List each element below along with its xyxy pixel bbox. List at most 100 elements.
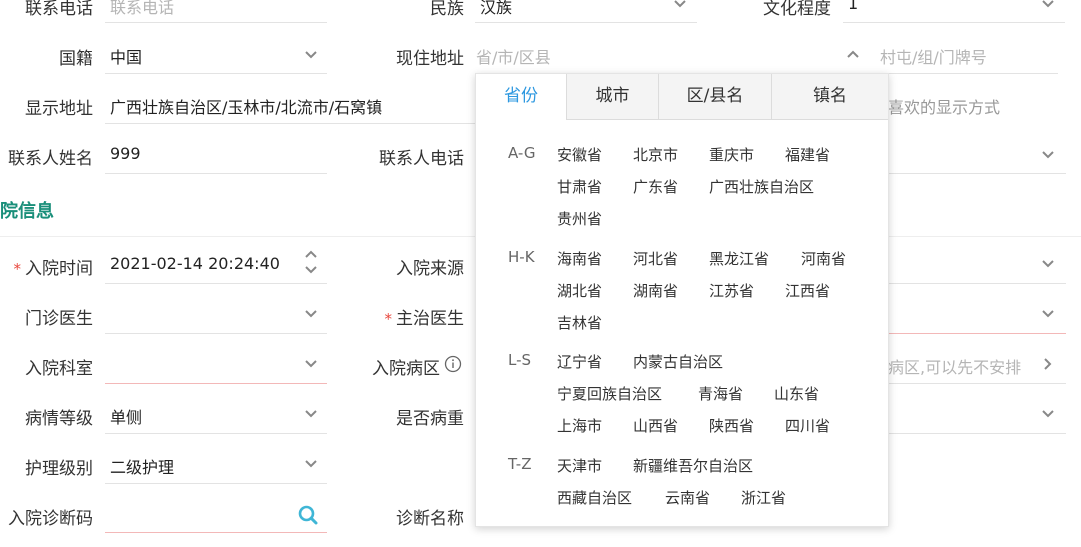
admission-time-input[interactable]: 2021-02-14 20:24:40: [110, 254, 280, 273]
critical-label: 是否病重: [396, 409, 464, 429]
chevron-down-icon[interactable]: [1040, 147, 1056, 163]
ward-label: 入院病区: [372, 359, 440, 379]
province-option[interactable]: 内蒙古自治区: [633, 351, 723, 372]
contact-phone2-label: 联系人电话: [379, 149, 464, 169]
address-label: 现住地址: [396, 49, 464, 69]
village-input[interactable]: 村屯/组/门牌号: [880, 44, 987, 68]
province-option[interactable]: 河南省: [801, 248, 846, 269]
group-label-h-k: H-K: [508, 248, 535, 266]
province-option[interactable]: 浙江省: [741, 487, 786, 508]
chevron-down-icon[interactable]: [1040, 306, 1056, 322]
contact-phone-label: 联系电话: [25, 0, 93, 19]
nursing-underline: [105, 483, 327, 484]
admission-dept-label: 入院科室: [25, 359, 93, 379]
diag-name-label: 诊断名称: [396, 509, 464, 529]
province-option[interactable]: 陕西省: [709, 415, 754, 436]
spinner-arrows-icon: [305, 250, 317, 274]
province-option[interactable]: 甘肃省: [557, 176, 602, 197]
info-icon[interactable]: [444, 355, 462, 373]
contact-phone2-underline: [888, 173, 1066, 174]
nationality-select[interactable]: 中国: [110, 44, 142, 68]
province-option[interactable]: 海南省: [557, 248, 602, 269]
nursing-select[interactable]: 二级护理: [110, 454, 174, 478]
province-option[interactable]: 云南省: [665, 487, 710, 508]
nursing-label: 护理级别: [25, 459, 93, 479]
province-option[interactable]: 北京市: [633, 144, 678, 165]
nationality-underline: [105, 73, 327, 74]
chevron-down-icon[interactable]: [672, 0, 688, 12]
clinic-doctor-label: 门诊医生: [25, 309, 93, 329]
education-underline: [843, 22, 1065, 23]
chevron-down-icon[interactable]: [303, 456, 319, 472]
contact-phone-underline: [105, 22, 327, 23]
village-underline: [874, 73, 1058, 74]
group-label-t-z: T-Z: [508, 455, 532, 473]
province-option[interactable]: 四川省: [785, 415, 830, 436]
province-option[interactable]: 山东省: [774, 383, 819, 404]
time-spinner[interactable]: [303, 247, 319, 277]
province-option[interactable]: 重庆市: [709, 144, 754, 165]
severity-select[interactable]: 单侧: [110, 404, 142, 428]
ethnicity-label: 民族: [430, 0, 464, 19]
province-option[interactable]: 福建省: [785, 144, 830, 165]
province-option[interactable]: 宁夏回族自治区: [557, 383, 662, 404]
admission-source-underline: [888, 283, 1066, 284]
contact-name-input[interactable]: 999: [110, 144, 141, 163]
province-option[interactable]: 黑龙江省: [709, 248, 769, 269]
required-asterisk: *: [384, 310, 393, 328]
province-option[interactable]: 青海省: [698, 383, 743, 404]
display-address-underline: [105, 123, 475, 124]
province-option[interactable]: 河北省: [633, 248, 678, 269]
contact-phone-input[interactable]: 联系电话: [110, 0, 174, 18]
admission-time-label-text: 入院时间: [25, 259, 93, 279]
display-address-input[interactable]: 广西壮族自治区/玉林市/北流市/石窝镇: [110, 94, 382, 118]
diag-code-label: 入院诊断码: [8, 509, 93, 529]
required-asterisk: *: [13, 260, 22, 278]
province-option[interactable]: 山西省: [633, 415, 678, 436]
cascader-tabs: 省份 城市 区/县名 镇名: [476, 74, 888, 120]
chevron-down-icon[interactable]: [1040, 406, 1056, 422]
tab-province[interactable]: 省份: [476, 74, 566, 120]
ward-underline: [888, 383, 1066, 384]
province-option[interactable]: 江苏省: [709, 280, 754, 301]
severity-underline: [105, 433, 327, 434]
chevron-down-icon[interactable]: [303, 306, 319, 322]
address-cascader-dropdown: 省份 城市 区/县名 镇名 A-G 安徽省 北京市 重庆市 福建省 甘肃省 广东…: [475, 73, 889, 527]
province-option[interactable]: 江西省: [785, 280, 830, 301]
province-option[interactable]: 安徽省: [557, 144, 602, 165]
chevron-down-icon[interactable]: [1040, 0, 1056, 12]
province-option[interactable]: 吉林省: [557, 312, 602, 333]
province-option[interactable]: 西藏自治区: [557, 487, 632, 508]
chevron-down-icon[interactable]: [1040, 256, 1056, 272]
contact-name-label: 联系人姓名: [8, 149, 93, 169]
chevron-down-icon[interactable]: [303, 47, 319, 63]
search-icon[interactable]: [297, 504, 319, 526]
tab-town[interactable]: 镇名: [771, 74, 888, 119]
education-select[interactable]: 1: [848, 0, 858, 13]
province-option[interactable]: 新疆维吾尔自治区: [633, 455, 753, 476]
province-option[interactable]: 上海市: [557, 415, 602, 436]
province-option[interactable]: 辽宁省: [557, 351, 602, 372]
tab-district[interactable]: 区/县名: [658, 74, 771, 119]
address-cascader-input[interactable]: 省/市/区县: [476, 44, 551, 68]
chevron-down-icon[interactable]: [303, 356, 319, 372]
province-option[interactable]: 湖北省: [557, 280, 602, 301]
clinic-doctor-underline: [105, 333, 327, 334]
chevron-right-icon[interactable]: [1040, 356, 1056, 372]
province-option[interactable]: 湖南省: [633, 280, 678, 301]
ward-select[interactable]: 病区,可以先不安排: [888, 354, 1021, 378]
contact-name-underline: [105, 173, 327, 174]
group-label-a-g: A-G: [508, 144, 536, 162]
ethnicity-select[interactable]: 汉族: [480, 0, 512, 18]
critical-underline: [888, 433, 1066, 434]
chevron-down-icon[interactable]: [303, 406, 319, 422]
province-option[interactable]: 广西壮族自治区: [709, 176, 814, 197]
severity-label: 病情等级: [25, 409, 93, 429]
attending-underline: [888, 333, 1066, 334]
province-option[interactable]: 贵州省: [557, 208, 602, 229]
province-option[interactable]: 天津市: [557, 455, 602, 476]
tab-city[interactable]: 城市: [566, 74, 658, 119]
province-option[interactable]: 广东省: [633, 176, 678, 197]
section-title: 院信息: [0, 201, 54, 222]
chevron-up-icon[interactable]: [845, 46, 861, 62]
